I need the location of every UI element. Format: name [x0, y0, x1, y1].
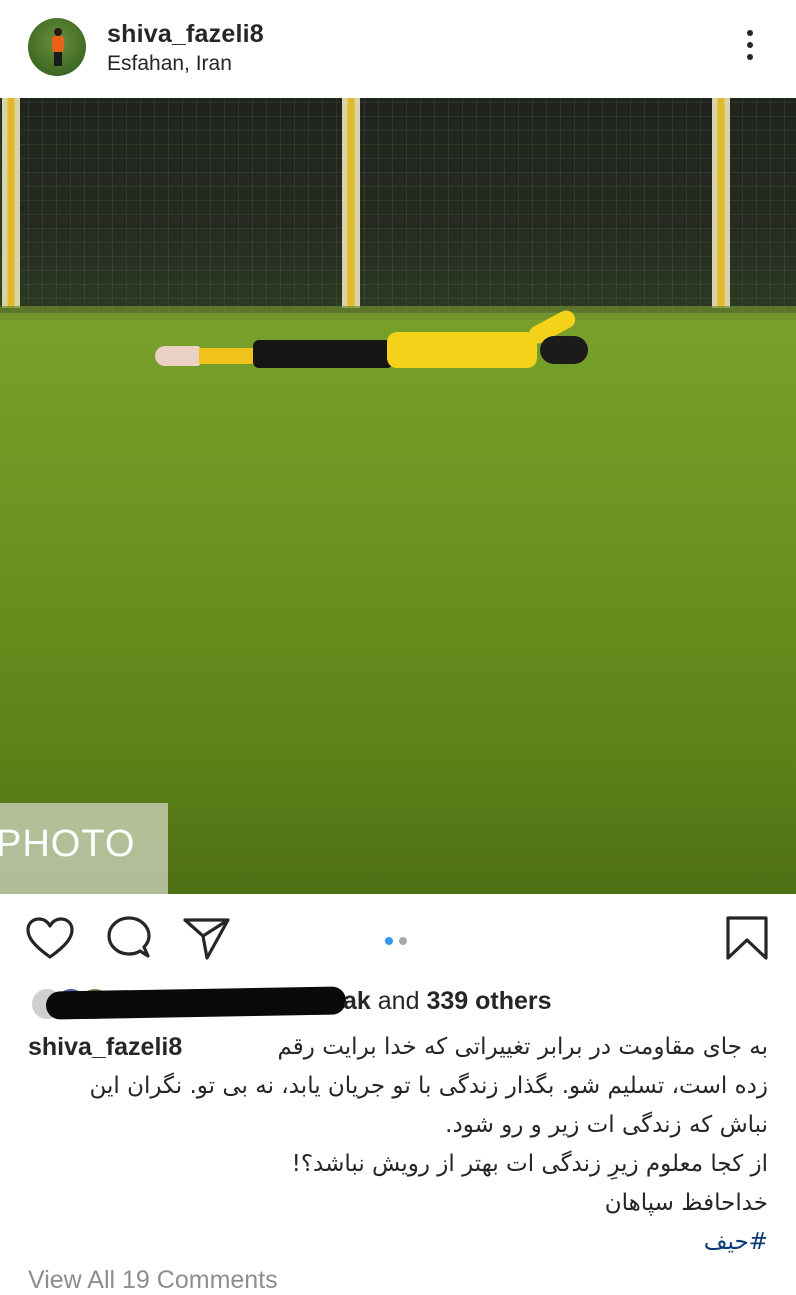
- post-header: shiva_fazeli8 Esfahan, Iran: [0, 0, 796, 98]
- goal-post: [2, 98, 20, 308]
- view-all-comments-link[interactable]: View All 19 Comments: [28, 1266, 278, 1295]
- likes-others-count[interactable]: 339 others: [426, 987, 551, 1015]
- post-photo[interactable]: PHOTO: [0, 98, 796, 894]
- comment-bubble-icon[interactable]: [104, 914, 154, 964]
- paper-plane-icon[interactable]: [182, 914, 232, 964]
- redaction-mark: [45, 986, 347, 1020]
- carousel-dot-active: [385, 937, 393, 945]
- bookmark-icon[interactable]: [722, 914, 772, 964]
- caption-line: به جای مقاومت در برابر تغییراتی که خدا ب…: [277, 1034, 768, 1060]
- carousel-indicator: [385, 932, 413, 950]
- goal-post: [712, 98, 730, 308]
- profile-avatar[interactable]: [28, 18, 86, 76]
- likes-conjunction: and: [377, 987, 420, 1015]
- vertical-ellipsis-icon[interactable]: [740, 28, 760, 68]
- caption-line: از کجا معلوم زیرِ زندگی ات بهتر از رویش …: [291, 1151, 768, 1177]
- caption-hashtag[interactable]: #حیف: [28, 1223, 768, 1262]
- liker-name[interactable]: ak: [343, 987, 371, 1015]
- caption-line: خداحافظ سپاهان: [604, 1190, 768, 1216]
- carousel-dot: [399, 937, 407, 945]
- likes-text[interactable]: ak and 339 others: [343, 987, 552, 1016]
- heart-icon[interactable]: [25, 914, 75, 964]
- avatar-figure: [52, 28, 64, 66]
- player-lying-on-pitch: [155, 307, 595, 378]
- goal-post: [342, 98, 360, 308]
- post-username[interactable]: shiva_fazeli8: [107, 20, 264, 49]
- post-location[interactable]: Esfahan, Iran: [107, 52, 232, 76]
- caption-username[interactable]: shiva_fazeli8: [28, 1028, 182, 1067]
- likes-summary[interactable]: ak and 339 others: [28, 985, 768, 1021]
- caption-line: زده است، تسلیم شو. بگذار زندگی با تو جری…: [89, 1073, 768, 1099]
- caption-line: نباش که زندگی ات زیر و رو شود.: [445, 1112, 768, 1138]
- photo-watermark: PHOTO: [0, 803, 168, 894]
